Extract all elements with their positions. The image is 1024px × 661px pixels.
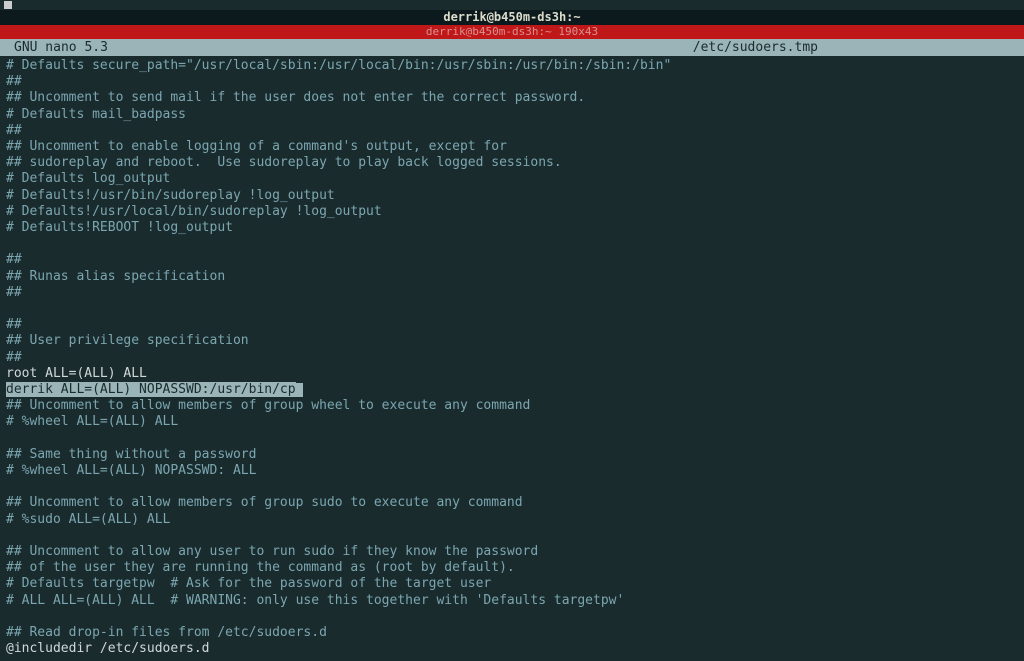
text-cursor: [296, 383, 303, 397]
nano-app-label: GNU nano 5.3: [6, 39, 108, 56]
editor-line[interactable]: # %sudo ALL=(ALL) ALL: [6, 512, 1018, 528]
editor-line[interactable]: root ALL=(ALL) ALL: [6, 366, 1018, 382]
editor-line[interactable]: # Defaults!/usr/local/bin/sudoreplay !lo…: [6, 204, 1018, 220]
editor-line[interactable]: [6, 609, 1018, 625]
editor-line[interactable]: # ALL ALL=(ALL) ALL # WARNING: only use …: [6, 593, 1018, 609]
editor-line[interactable]: # Defaults secure_path="/usr/local/sbin:…: [6, 58, 1018, 74]
editor-line[interactable]: [6, 479, 1018, 495]
editor-line[interactable]: ## Read drop-in files from /etc/sudoers.…: [6, 625, 1018, 641]
editor-line[interactable]: ## Uncomment to allow members of group w…: [6, 398, 1018, 414]
editor-line[interactable]: ## sudoreplay and reboot. Use sudoreplay…: [6, 155, 1018, 171]
highlighted-line[interactable]: derrik ALL=(ALL) NOPASSWD:/usr/bin/cp: [6, 382, 296, 397]
editor-line[interactable]: # Defaults!REBOOT !log_output: [6, 220, 1018, 236]
editor-line[interactable]: ## Uncomment to allow members of group s…: [6, 495, 1018, 511]
editor-line[interactable]: ## User privilege specification: [6, 333, 1018, 349]
editor-line[interactable]: ##: [6, 252, 1018, 268]
editor-line[interactable]: ##: [6, 317, 1018, 333]
editor-line[interactable]: [6, 528, 1018, 544]
editor-line[interactable]: ##: [6, 123, 1018, 139]
editor-viewport[interactable]: # Defaults secure_path="/usr/local/sbin:…: [0, 56, 1024, 657]
editor-line[interactable]: ## Uncomment to send mail if the user do…: [6, 90, 1018, 106]
editor-line[interactable]: # Defaults targetpw # Ask for the passwo…: [6, 576, 1018, 592]
nano-file-label: /etc/sudoers.tmp: [693, 39, 818, 56]
desktop-titlebar: [0, 0, 1024, 10]
editor-line[interactable]: # Defaults!/usr/bin/sudoreplay !log_outp…: [6, 188, 1018, 204]
editor-line[interactable]: ## Uncomment to allow any user to run su…: [6, 544, 1018, 560]
editor-line[interactable]: [6, 236, 1018, 252]
nano-header: GNU nano 5.3 /etc/sudoers.tmp: [0, 39, 1024, 56]
editor-line[interactable]: ## Runas alias specification: [6, 269, 1018, 285]
editor-line[interactable]: derrik ALL=(ALL) NOPASSWD:/usr/bin/cp: [6, 382, 1018, 398]
editor-line[interactable]: @includedir /etc/sudoers.d: [6, 641, 1018, 657]
editor-line[interactable]: # %wheel ALL=(ALL) NOPASSWD: ALL: [6, 463, 1018, 479]
editor-line[interactable]: [6, 431, 1018, 447]
editor-line[interactable]: # %wheel ALL=(ALL) ALL: [6, 414, 1018, 430]
editor-line[interactable]: ##: [6, 285, 1018, 301]
editor-line[interactable]: ##: [6, 74, 1018, 90]
window-title: derrik@b450m-ds3h:~: [0, 10, 1024, 25]
editor-line[interactable]: ## Uncomment to enable logging of a comm…: [6, 139, 1018, 155]
editor-line[interactable]: [6, 301, 1018, 317]
editor-line[interactable]: ##: [6, 350, 1018, 366]
editor-line[interactable]: ## Same thing without a password: [6, 447, 1018, 463]
editor-line[interactable]: # Defaults log_output: [6, 171, 1018, 187]
editor-line[interactable]: # Defaults mail_badpass: [6, 107, 1018, 123]
window-menu-icon[interactable]: [4, 1, 12, 9]
tmux-status-bar: derrik@b450m-ds3h:~ 190x43: [0, 25, 1024, 39]
editor-line[interactable]: ## of the user they are running the comm…: [6, 560, 1018, 576]
